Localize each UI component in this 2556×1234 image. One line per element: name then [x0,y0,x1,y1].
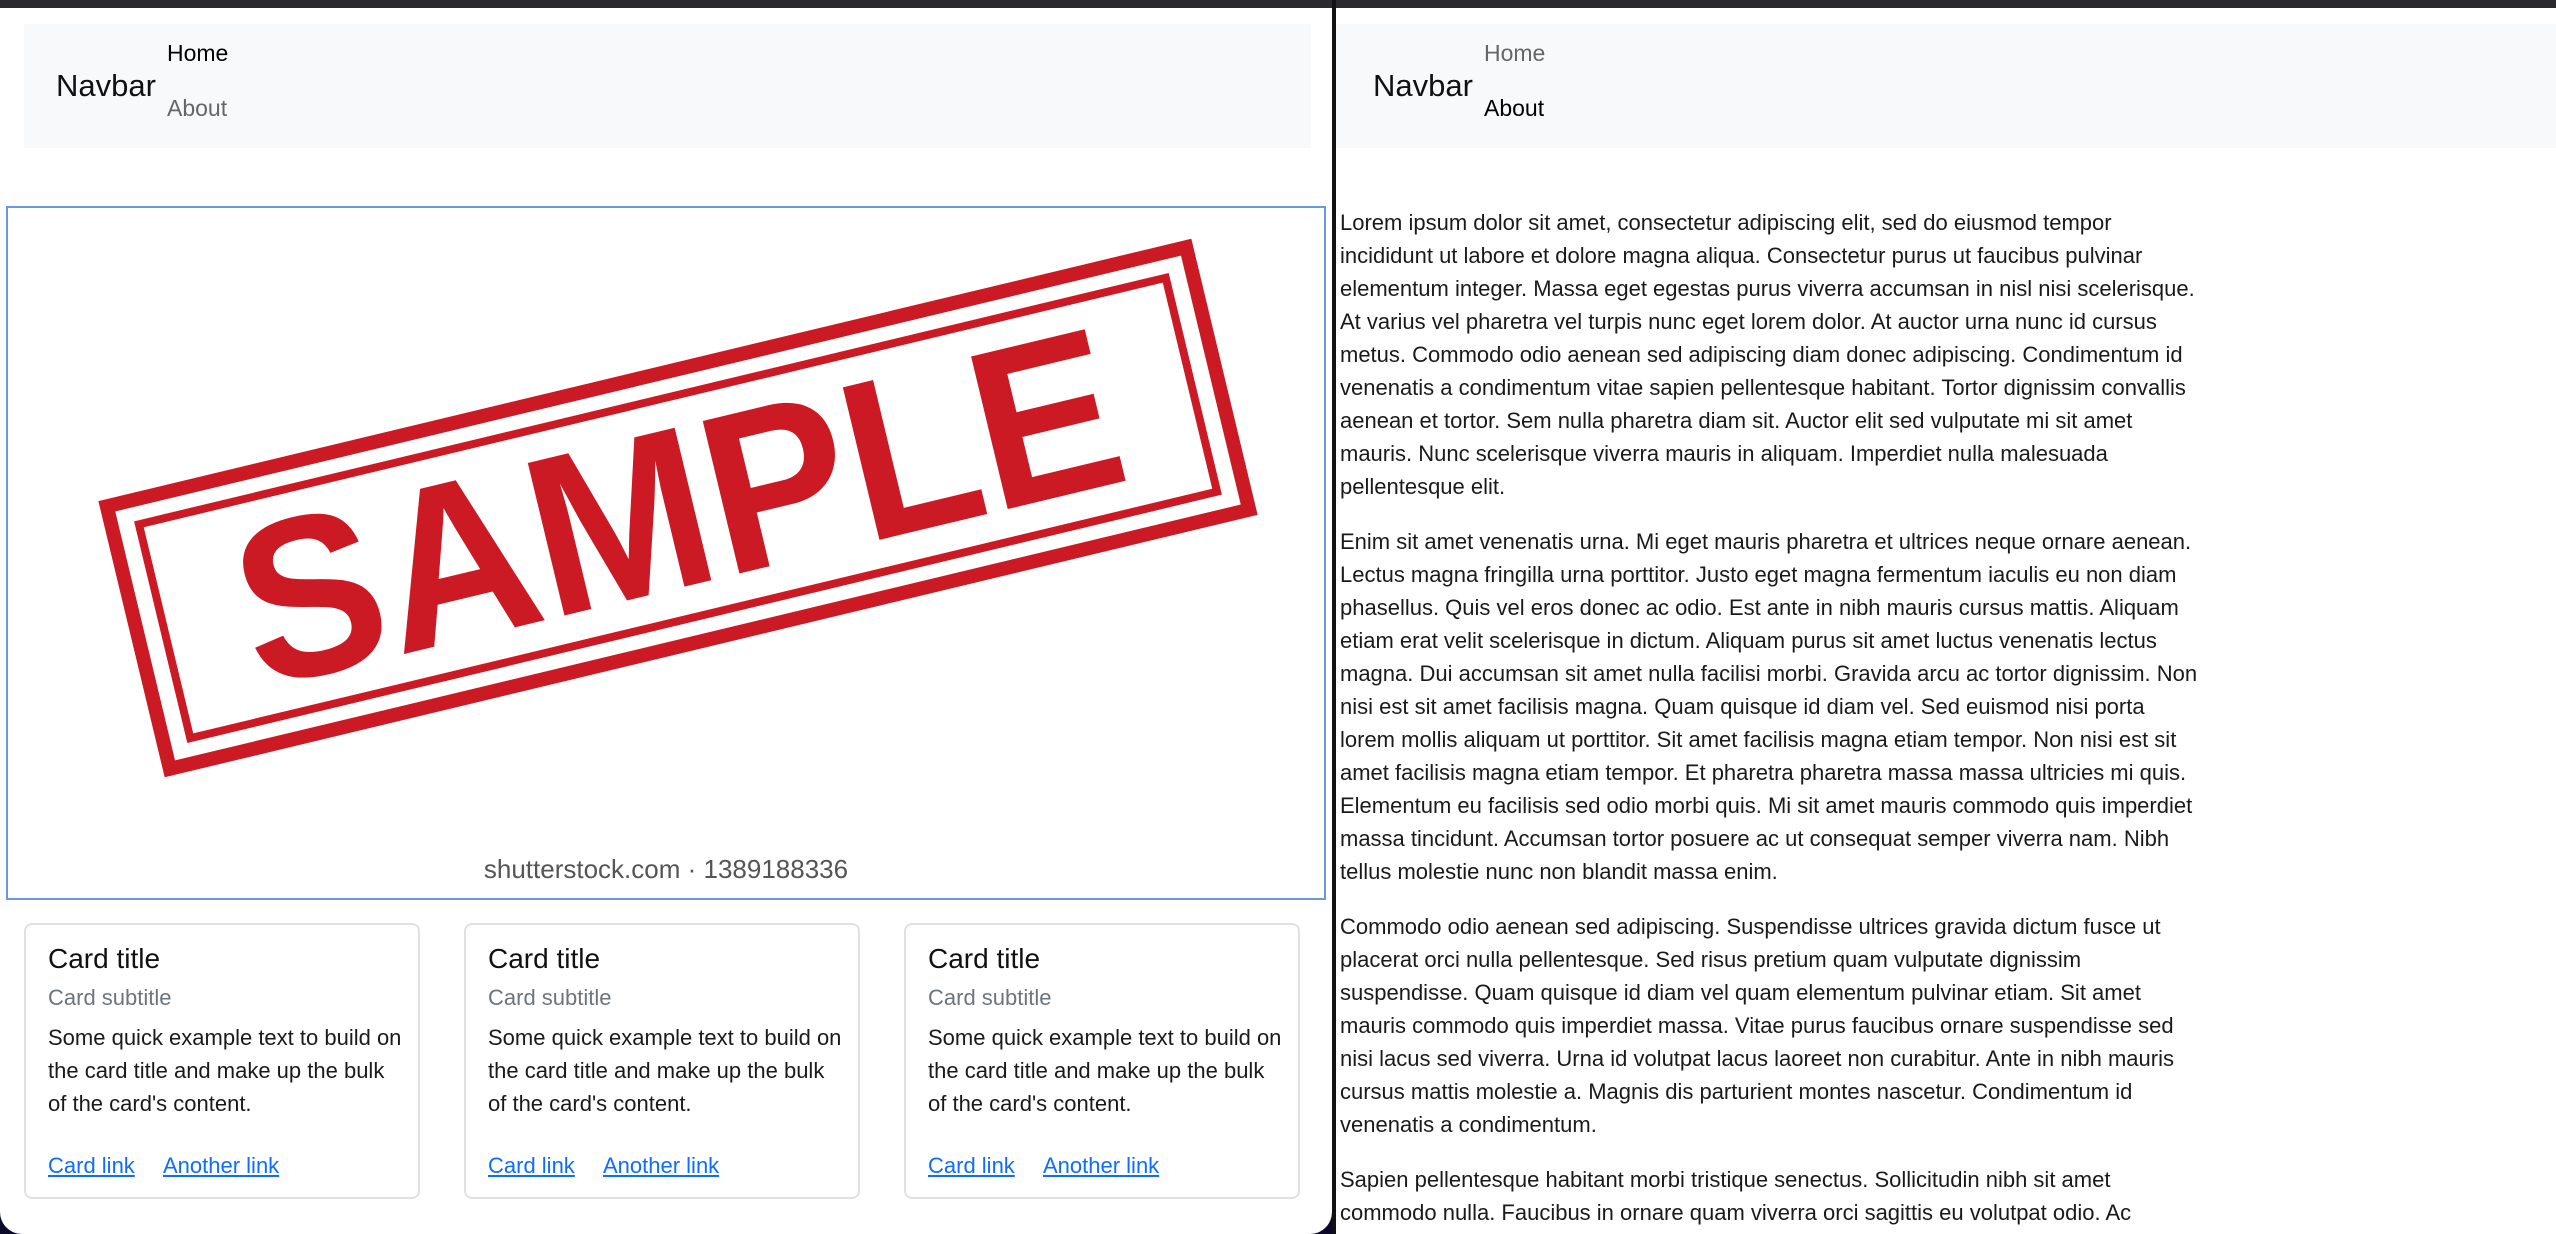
card: Card title Card subtitle Some quick exam… [464,923,860,1199]
card-title: Card title [488,943,601,974]
sample-image: SAMPLE shutterstock.com · 1389188336 [6,206,1326,900]
paragraph: Enim sit amet venenatis urna. Mi eget ma… [1340,529,2198,884]
desktop-background: Navbar Home About SAMPLE shutterstock.co… [0,0,2556,1234]
left-browser-pane: Navbar Home About SAMPLE shutterstock.co… [0,8,1332,1234]
card-title: Card title [928,943,1041,974]
navbar-brand[interactable]: Navbar [56,68,156,104]
nav-link-about[interactable]: About [1484,95,1544,122]
card-text: Some quick example text to build on the … [488,1025,842,1116]
card-subtitle: Card subtitle [48,985,172,1010]
another-link[interactable]: Another link [163,1153,279,1179]
sample-stamp-graphic: SAMPLE shutterstock.com · 1389188336 [98,238,1258,884]
window-top-bar [0,0,2556,8]
right-browser-pane: Navbar Home About Lorem ipsum dolor sit … [1336,8,2556,1234]
navbar-brand[interactable]: Navbar [1373,68,1473,104]
watermark-text: shutterstock.com · 1389188336 [484,854,848,884]
paragraph: Lorem ipsum dolor sit amet, consectetur … [1340,210,2195,499]
another-link[interactable]: Another link [603,1153,719,1179]
navbar: Navbar Home About [24,24,1311,148]
card-link[interactable]: Card link [48,1153,135,1179]
nav-link-home[interactable]: Home [1484,40,1545,67]
nav-link-about[interactable]: About [167,95,227,122]
card: Card title Card subtitle Some quick exam… [904,923,1300,1199]
card-link[interactable]: Card link [488,1153,575,1179]
paragraph: Commodo odio aenean sed adipiscing. Susp… [1340,914,2174,1137]
paragraph: Sapien pellentesque habitant morbi trist… [1340,1167,2132,1225]
nav-link-home[interactable]: Home [167,40,228,67]
another-link[interactable]: Another link [1043,1153,1159,1179]
card-text: Some quick example text to build on the … [48,1025,402,1116]
card-title: Card title [48,943,161,974]
about-content: Lorem ipsum dolor sit amet, consectetur … [1340,206,2200,1234]
card-subtitle: Card subtitle [928,985,1052,1010]
card-link[interactable]: Card link [928,1153,1015,1179]
navbar: Navbar Home About [1336,24,2556,148]
card-text: Some quick example text to build on the … [928,1025,1282,1116]
stamp-text: SAMPLE [211,279,1145,736]
card: Card title Card subtitle Some quick exam… [24,923,420,1199]
card-subtitle: Card subtitle [488,985,612,1010]
